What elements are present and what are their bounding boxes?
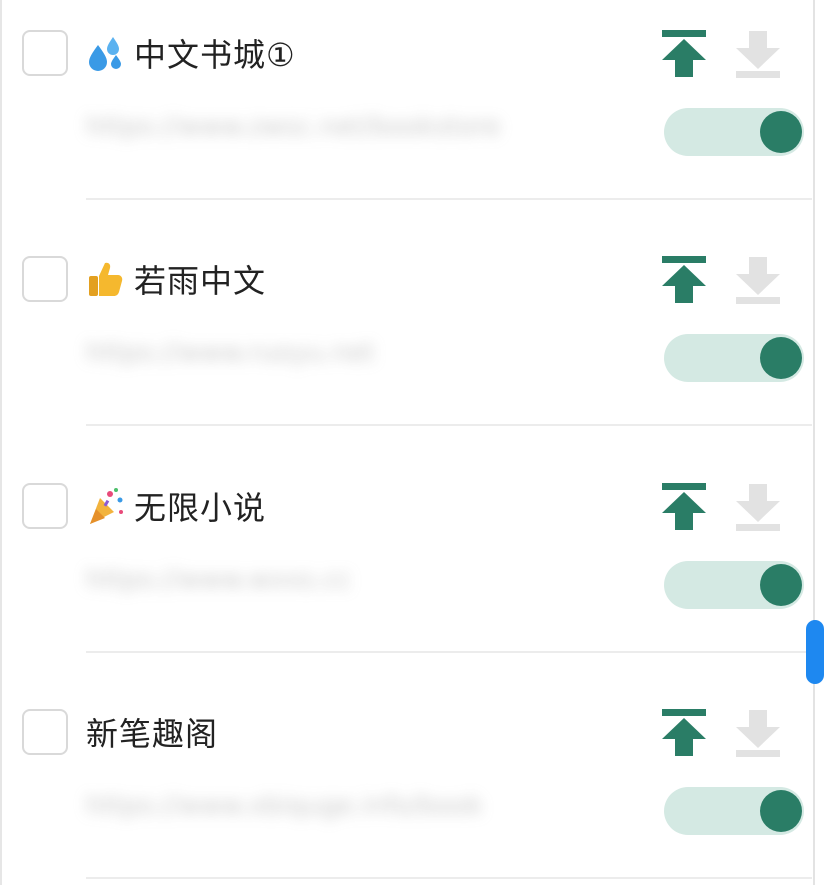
toggle-knob (760, 790, 802, 832)
source-item: 无限小说 https://www.wxxs.cc (0, 453, 812, 679)
party-popper-icon (90, 488, 123, 524)
move-to-bottom-icon[interactable] (736, 483, 780, 531)
move-to-bottom-icon[interactable] (736, 709, 780, 757)
enable-toggle[interactable] (664, 787, 804, 835)
enable-toggle[interactable] (664, 108, 804, 156)
source-title: 新笔趣阁 (86, 715, 219, 753)
divider (86, 877, 812, 879)
source-title-row: 中文书城① (86, 28, 296, 78)
source-item: 若雨中文 https://www.ruoyu.net (0, 226, 812, 452)
sweat-droplets-icon (89, 37, 121, 71)
divider (86, 424, 812, 426)
divider (86, 651, 812, 653)
source-title-row: 若雨中文 (86, 254, 266, 304)
source-checkbox[interactable] (22, 483, 68, 529)
source-item: 新笔趣阁 https://www.xbiquge.info/book (0, 679, 812, 885)
toggle-knob (760, 111, 802, 153)
source-title-row: 无限小说 (86, 481, 266, 531)
source-checkbox[interactable] (22, 256, 68, 302)
move-to-top-icon[interactable] (662, 709, 706, 757)
source-url: https://www.ruoyu.net (86, 338, 375, 368)
move-to-top-icon[interactable] (662, 30, 706, 78)
move-to-top-icon[interactable] (662, 256, 706, 304)
source-title-row: 新笔趣阁 (86, 707, 218, 757)
source-checkbox[interactable] (22, 709, 68, 755)
source-url: https://www.wxxs.cc (86, 565, 352, 595)
toggle-knob (760, 337, 802, 379)
move-to-bottom-icon[interactable] (736, 30, 780, 78)
source-url: https://www.xbiquge.info/book (86, 791, 483, 821)
move-to-bottom-icon[interactable] (736, 256, 780, 304)
source-url: https://www.zwsc.net/bookstore (86, 112, 501, 142)
source-title: 无限小说 (134, 489, 267, 527)
scrollbar-track[interactable] (813, 0, 815, 885)
enable-toggle[interactable] (664, 334, 804, 382)
source-title: 中文书城① (134, 36, 296, 74)
source-item: 中文书城① https://www.zwsc.net/bookstore (0, 0, 812, 226)
source-title: 若雨中文 (134, 262, 267, 300)
enable-toggle[interactable] (664, 561, 804, 609)
move-to-top-icon[interactable] (662, 483, 706, 531)
source-checkbox[interactable] (22, 30, 68, 76)
toggle-knob (760, 564, 802, 606)
scrollbar-thumb[interactable] (806, 620, 824, 684)
source-list-screen: 中文书城① https://www.zwsc.net/bookstore 若雨中… (0, 0, 824, 885)
divider (86, 198, 812, 200)
thumbs-up-icon (89, 262, 123, 296)
